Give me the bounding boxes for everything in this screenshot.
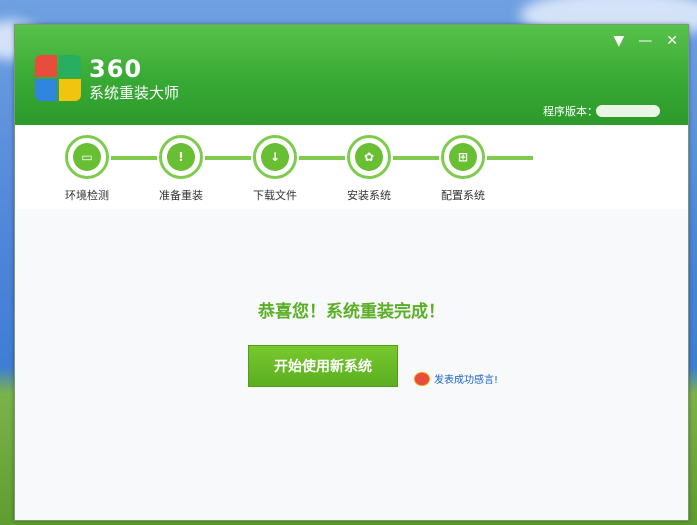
monitor-icon: ▭ xyxy=(73,143,101,171)
version-label: 程序版本： xyxy=(543,105,598,118)
step-label: 配置系统 xyxy=(441,189,485,202)
progress-steps: ▭ 环境检测 ! 准备重装 ↓ 下载文件 ✿ 安装系统 ⊞ 配置系统 xyxy=(15,125,688,210)
gear-icon: ✿ xyxy=(355,143,383,171)
start-new-system-button[interactable]: 开始使用新系统 xyxy=(248,345,398,387)
step-label: 环境检测 xyxy=(65,189,109,202)
step-configure: ⊞ 配置系统 xyxy=(423,135,503,203)
weibo-share-link[interactable]: 发表成功感言! xyxy=(414,371,498,386)
step-env-check: ▭ 环境检测 xyxy=(47,135,127,203)
download-icon: ↓ xyxy=(261,143,289,171)
weibo-icon xyxy=(414,371,430,386)
step-label: 安装系统 xyxy=(347,189,391,202)
weibo-link-text: 发表成功感言! xyxy=(434,375,499,386)
brand-name: 系统重装大师 xyxy=(89,84,180,102)
step-download: ↓ 下载文件 xyxy=(235,135,315,203)
windows-icon: ⊞ xyxy=(449,143,477,171)
congrats-message: 恭喜您！系统重装完成！ xyxy=(258,302,445,322)
360-logo-icon xyxy=(35,55,81,101)
brand-number: 360 xyxy=(89,55,143,83)
step-label: 准备重装 xyxy=(159,189,203,202)
step-prepare: ! 准备重装 xyxy=(141,135,221,203)
title-bar[interactable]: 360 系统重装大师 ▼ — ✕ 程序版本： xyxy=(15,25,688,125)
close-icon[interactable]: ✕ xyxy=(666,33,678,49)
step-label: 下载文件 xyxy=(253,189,297,202)
version-value-blurred xyxy=(596,105,660,117)
window-controls: ▼ — ✕ xyxy=(613,33,678,49)
main-content: 恭喜您！系统重装完成！ 开始使用新系统 发表成功感言! xyxy=(15,209,688,520)
minimize-icon[interactable]: — xyxy=(638,33,652,49)
menu-dropdown-icon[interactable]: ▼ xyxy=(613,33,624,49)
step-install: ✿ 安装系统 xyxy=(329,135,409,203)
app-window: 360 系统重装大师 ▼ — ✕ 程序版本： ▭ 环境检测 ! 准备重装 ↓ 下… xyxy=(14,24,689,521)
document-icon: ! xyxy=(167,143,195,171)
